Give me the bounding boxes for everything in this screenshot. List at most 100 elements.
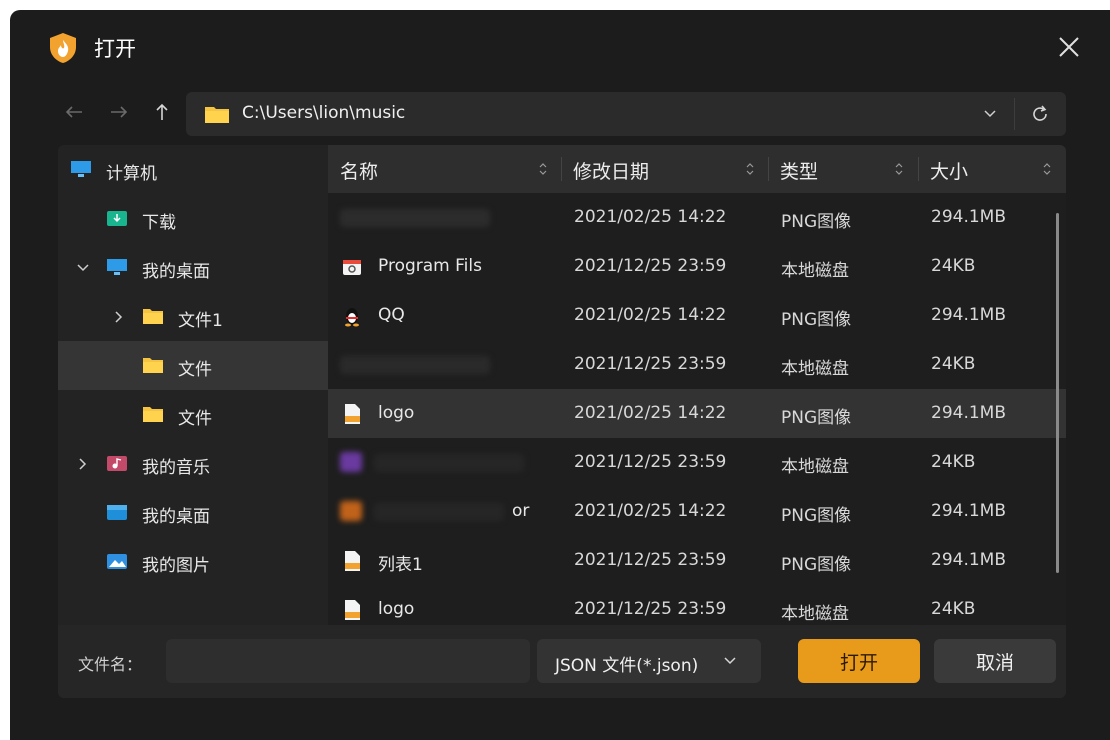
blurred-name	[374, 454, 524, 472]
chevron-down-icon[interactable]	[76, 261, 90, 275]
sort-icon	[1043, 163, 1051, 175]
sidebar-item-label: 我的图片	[142, 556, 210, 576]
filename-input[interactable]	[166, 639, 530, 683]
address-path[interactable]: C:\Users\lion\music	[242, 103, 405, 123]
cancel-button[interactable]: 取消	[934, 639, 1056, 683]
file-type: PNG图像	[781, 506, 852, 526]
navigation-bar: C:\Users\lion\music	[10, 92, 1110, 136]
dialog-title: 打开	[94, 37, 136, 61]
vertical-scrollbar[interactable]	[1056, 213, 1059, 573]
file-list: 名称 修改日期 类型 大小 2021/02/25 14:22 PNG图像 294…	[328, 145, 1066, 625]
table-row[interactable]: logo 2021/12/25 23:59 本地磁盘 24KB	[328, 585, 1066, 625]
sidebar-item-computer[interactable]: 计算机	[58, 145, 328, 194]
sidebar-item-desktop-folder[interactable]: 我的桌面	[58, 488, 328, 537]
column-header-date[interactable]: 修改日期	[561, 145, 768, 193]
purple-app-icon	[340, 452, 362, 472]
sidebar: 计算机 下载 我的桌面 文件1 文件 文件 我的音乐 我的桌面 我的图片	[58, 145, 328, 625]
sidebar-item-label: 下载	[142, 213, 176, 233]
folder-icon	[143, 309, 163, 324]
open-button[interactable]: 打开	[798, 639, 920, 683]
file-size: 294.1MB	[931, 550, 1006, 570]
blurred-name	[340, 209, 490, 227]
close-icon[interactable]	[1054, 32, 1084, 62]
filename-label: 文件名：	[78, 655, 143, 674]
table-row[interactable]: or 2021/02/25 14:22 PNG图像 294.1MB	[328, 487, 1066, 536]
file-type: 本地磁盘	[781, 261, 849, 281]
file-date: 2021/12/25 23:59	[574, 256, 727, 276]
address-divider	[1014, 98, 1015, 130]
sidebar-item-file1[interactable]: 文件1	[58, 292, 328, 341]
chevron-down-icon	[724, 657, 736, 665]
sidebar-item-music[interactable]: 我的音乐	[58, 439, 328, 488]
table-row[interactable]: 2021/12/25 23:59 本地磁盘 24KB	[328, 438, 1066, 487]
file-name: logo	[378, 403, 415, 423]
column-header-type[interactable]: 类型	[768, 145, 918, 193]
file-type: 本地磁盘	[781, 604, 849, 624]
filetype-select[interactable]: JSON 文件(*.json)	[537, 639, 761, 683]
sidebar-item-label: 我的音乐	[142, 458, 210, 478]
music-folder-icon	[107, 456, 127, 471]
file-date: 2021/02/25 14:22	[574, 403, 727, 423]
sidebar-item-downloads[interactable]: 下载	[58, 194, 328, 243]
sidebar-item-label: 计算机	[106, 164, 157, 184]
qq-penguin-icon	[345, 308, 359, 327]
program-files-icon	[343, 260, 361, 275]
chevron-down-icon	[984, 110, 996, 118]
address-dropdown-button[interactable]	[978, 104, 1002, 124]
computer-icon	[71, 161, 91, 177]
refresh-button[interactable]	[1026, 100, 1054, 128]
sidebar-item-desktop[interactable]: 我的桌面	[58, 243, 328, 292]
file-size: 24KB	[931, 452, 976, 472]
column-header-label: 修改日期	[573, 161, 650, 183]
file-size: 294.1MB	[931, 501, 1006, 521]
file-name: or	[512, 501, 530, 521]
chevron-right-icon[interactable]	[112, 310, 126, 324]
forward-button[interactable]	[105, 98, 133, 126]
chevron-right-icon[interactable]	[76, 457, 90, 471]
file-date: 2021/02/25 14:22	[574, 305, 727, 325]
file-name: Program Fils	[378, 256, 482, 276]
arrow-right-icon	[111, 106, 128, 118]
dialog-footer: 文件名： JSON 文件(*.json) 打开 取消	[58, 625, 1066, 698]
file-size: 294.1MB	[931, 305, 1006, 325]
image-file-icon	[345, 600, 360, 620]
table-row[interactable]: Program Fils 2021/12/25 23:59 本地磁盘 24KB	[328, 242, 1066, 291]
refresh-icon	[1033, 105, 1047, 121]
table-row[interactable]: logo 2021/02/25 14:22 PNG图像 294.1MB	[328, 389, 1066, 438]
desktop-icon	[107, 259, 127, 275]
filetype-select-value: JSON 文件(*.json)	[555, 656, 699, 676]
sort-icon	[895, 163, 903, 175]
up-button[interactable]	[148, 98, 176, 126]
sidebar-item-file-selected[interactable]: 文件	[58, 341, 328, 390]
file-date: 2021/02/25 14:22	[574, 207, 727, 227]
file-name: QQ	[378, 305, 405, 325]
sort-icon	[746, 163, 754, 175]
sidebar-item-pictures[interactable]: 我的图片	[58, 537, 328, 586]
table-row[interactable]: QQ 2021/02/25 14:22 PNG图像 294.1MB	[328, 291, 1066, 340]
pictures-folder-icon	[107, 554, 127, 569]
sidebar-item-label: 我的桌面	[142, 262, 210, 282]
sidebar-item-file[interactable]: 文件	[58, 390, 328, 439]
column-header-size[interactable]: 大小	[918, 145, 1066, 193]
table-row[interactable]: 2021/12/25 23:59 本地磁盘 24KB	[328, 340, 1066, 389]
address-bar[interactable]: C:\Users\lion\music	[186, 92, 1066, 136]
sidebar-item-label: 文件	[178, 360, 212, 380]
column-header-label: 大小	[930, 161, 969, 183]
open-file-dialog: 打开 C:\Users\lion\music 计算机 下载 我的桌面 文件1 文…	[10, 10, 1110, 740]
folder-icon	[143, 407, 163, 422]
table-row[interactable]: 2021/02/25 14:22 PNG图像 294.1MB	[328, 193, 1066, 242]
file-name: logo	[378, 599, 415, 619]
column-header-name[interactable]: 名称	[328, 145, 561, 193]
file-size: 24KB	[931, 354, 976, 374]
file-type: PNG图像	[781, 310, 852, 330]
back-button[interactable]	[60, 98, 88, 126]
desktop-folder-icon	[107, 505, 127, 520]
file-type: PNG图像	[781, 555, 852, 575]
column-header-label: 名称	[340, 161, 379, 183]
file-type: PNG图像	[781, 408, 852, 428]
file-date: 2021/02/25 14:22	[574, 501, 727, 521]
image-file-icon	[345, 551, 360, 571]
blurred-name	[340, 356, 490, 374]
orange-app-icon	[340, 501, 362, 521]
table-row[interactable]: 列表1 2021/12/25 23:59 PNG图像 294.1MB	[328, 536, 1066, 585]
